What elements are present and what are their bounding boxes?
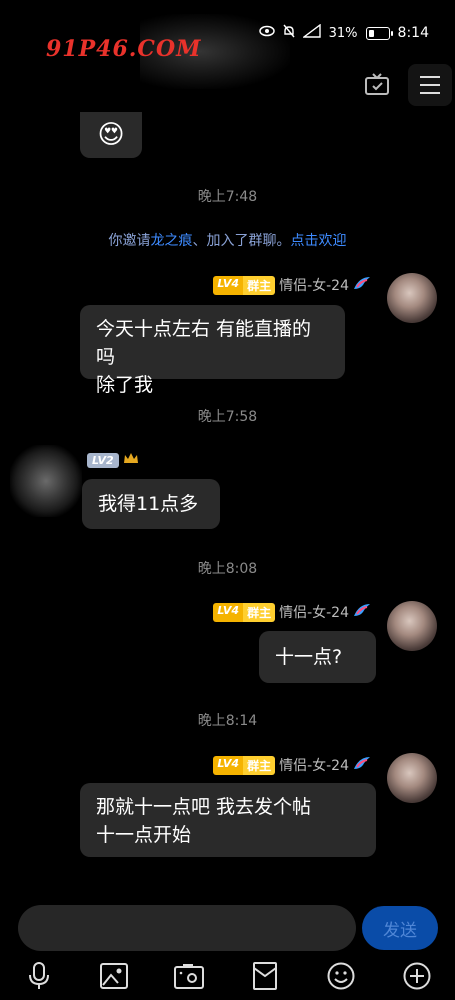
clock: 8:14 — [397, 25, 429, 41]
bird-icon — [353, 602, 371, 622]
battery-percent: 31% — [328, 25, 358, 41]
emoji-bubble: 😍 — [80, 112, 142, 158]
avatar[interactable] — [387, 753, 437, 803]
crown-icon — [123, 452, 139, 469]
bird-icon — [353, 755, 371, 775]
message-bubble[interactable]: 十一点? — [259, 631, 376, 683]
sender-info: LV4 群主 情侣-女-24 — [213, 755, 371, 775]
sender-info: LV4 群主 情侣-女-24 — [213, 275, 371, 295]
welcome-link[interactable]: 点击欢迎 — [291, 233, 347, 249]
system-message: 你邀请龙之痕、加入了群聊。点击欢迎 — [108, 233, 347, 249]
avatar[interactable] — [387, 273, 437, 323]
watermark: 91P46.COM — [46, 36, 202, 62]
input-toolbar — [0, 955, 455, 1000]
message-bubble[interactable]: 我得11点多 — [82, 479, 220, 529]
sender-info: LV2 — [87, 452, 139, 469]
heart-eyes-emoji: 😍 — [97, 120, 125, 150]
send-button[interactable]: 发送 — [362, 906, 438, 950]
timestamp: 晚上7:48 — [197, 189, 258, 205]
red-packet-icon[interactable] — [250, 961, 280, 991]
status-icons: 31% 8:14 — [258, 23, 429, 42]
tv-icon[interactable] — [362, 70, 392, 100]
sender-info: LV4 群主 情侣-女-24 — [213, 602, 371, 622]
mic-icon[interactable] — [24, 961, 54, 991]
sender-name: 情侣-女-24 — [279, 758, 349, 774]
level-badge: LV4 群主 — [213, 755, 276, 775]
message-bubble[interactable]: 今天十点左右 有能直播的吗 除了我 — [80, 305, 345, 396]
timestamp: 晚上8:08 — [197, 561, 258, 577]
sender-name: 情侣-女-24 — [279, 278, 349, 294]
timestamp: 晚上8:14 — [197, 713, 258, 729]
message-input[interactable] — [18, 905, 356, 951]
bird-icon — [353, 275, 371, 295]
menu-icon[interactable] — [408, 64, 452, 106]
signal-icon — [301, 23, 321, 42]
image-icon[interactable] — [99, 961, 129, 991]
eye-icon — [258, 25, 275, 41]
avatar[interactable] — [387, 601, 437, 651]
camera-icon[interactable] — [174, 961, 204, 991]
plus-icon[interactable] — [402, 961, 432, 991]
avatar-redacted[interactable] — [10, 445, 82, 517]
mute-icon — [283, 24, 295, 42]
emoji-icon[interactable] — [326, 961, 356, 991]
sender-name: 情侣-女-24 — [279, 605, 349, 621]
level-badge: LV4 群主 — [213, 275, 276, 295]
message-bubble[interactable]: 那就十一点吧 我去发个帖 十一点开始 — [80, 783, 376, 857]
level-badge: LV2 — [87, 453, 119, 468]
status-bar: 91P46.COM 31% 8:14 — [0, 0, 455, 89]
invited-user-link[interactable]: 龙之痕 — [151, 233, 193, 249]
timestamp: 晚上7:58 — [197, 409, 258, 425]
battery-icon — [365, 26, 393, 40]
level-badge: LV4 群主 — [213, 602, 276, 622]
